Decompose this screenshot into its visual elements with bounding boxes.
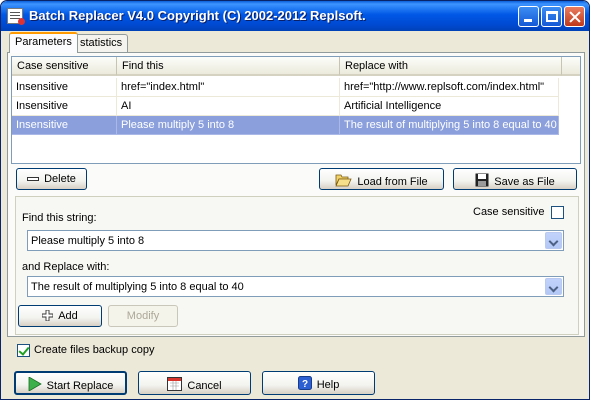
floppy-disk-icon [475, 173, 489, 190]
load-label: Load from File [357, 176, 428, 188]
open-folder-icon [335, 173, 352, 190]
start-replace-label: Start Replace [46, 380, 114, 392]
column-filler [562, 57, 580, 76]
replace-list[interactable]: Case sensitive Find this Replace with In… [11, 56, 581, 164]
tab-parameters[interactable]: Parameters [9, 32, 78, 53]
table-row-selected[interactable]: Insensitive Please multiply 5 into 8 The… [12, 116, 559, 135]
case-sensitive-checkbox[interactable] [551, 206, 564, 219]
app-icon [7, 8, 25, 25]
cancel-label: Cancel [187, 380, 222, 392]
cell-case: Insensitive [12, 97, 117, 116]
add-label: Add [58, 310, 78, 322]
help-icon: ? [297, 376, 312, 393]
cell-case: Insensitive [12, 116, 117, 135]
find-string-label: Find this string: [22, 212, 97, 224]
find-string-value: Please multiply 5 into 8 [31, 235, 145, 247]
cancel-button[interactable]: Cancel [138, 371, 251, 395]
replace-with-combo[interactable]: The result of multiplying 5 into 8 equal… [27, 276, 564, 297]
calendar-icon [167, 376, 183, 394]
help-button[interactable]: ? Help [262, 371, 375, 395]
cell-find: Please multiply 5 into 8 [117, 116, 340, 135]
replace-with-value: The result of multiplying 5 into 8 equal… [31, 281, 244, 293]
cell-find: AI [117, 97, 340, 116]
cell-replace: href="http://www.replsoft.com/index.html… [340, 78, 559, 97]
save-label: Save as File [494, 176, 555, 188]
cell-case: Insensitive [12, 78, 117, 97]
cell-replace: Artificial Intelligence [340, 97, 559, 116]
minus-icon [27, 174, 40, 187]
edit-group: Find this string: Case sensitive Please … [15, 196, 579, 335]
find-string-combo[interactable]: Please multiply 5 into 8 [27, 230, 564, 251]
tab-statistics[interactable]: statistics [74, 34, 129, 52]
add-button[interactable]: Add [18, 305, 102, 327]
start-replace-button[interactable]: Start Replace [14, 371, 127, 395]
window-title: Batch Replacer V4.0 Copyright (C) 2002-2… [29, 8, 366, 23]
play-icon [28, 376, 42, 394]
minimize-icon [524, 19, 532, 22]
backup-copy-checkbox[interactable] [17, 344, 30, 357]
delete-label: Delete [44, 173, 76, 185]
chevron-down-icon[interactable] [545, 232, 562, 249]
title-bar[interactable]: Batch Replacer V4.0 Copyright (C) 2002-2… [1, 1, 589, 31]
maximize-icon [546, 11, 558, 22]
svg-text:?: ? [302, 379, 308, 390]
close-icon [569, 11, 581, 23]
cell-replace: The result of multiplying 5 into 8 equal… [340, 116, 559, 135]
cell-find: href="index.html" [117, 78, 340, 97]
column-find-this[interactable]: Find this [117, 57, 340, 76]
modify-button[interactable]: Modify [108, 305, 178, 327]
table-row[interactable]: Insensitive AI Artificial Intelligence [12, 97, 559, 116]
parameters-panel: Case sensitive Find this Replace with In… [7, 52, 585, 337]
main-window: Batch Replacer V4.0 Copyright (C) 2002-2… [0, 0, 590, 400]
chevron-down-icon[interactable] [545, 278, 562, 295]
help-label: Help [316, 379, 340, 391]
backup-copy-label: Create files backup copy [34, 344, 155, 356]
maximize-button[interactable] [541, 6, 562, 27]
column-replace-with[interactable]: Replace with [340, 57, 562, 76]
case-sensitive-label: Case sensitive [473, 206, 545, 218]
replace-with-label: and Replace with: [22, 261, 110, 273]
table-row[interactable]: Insensitive href="index.html" href="http… [12, 78, 559, 97]
close-button[interactable] [564, 6, 585, 27]
minimize-button[interactable] [518, 6, 539, 27]
column-case-sensitive[interactable]: Case sensitive [12, 57, 117, 76]
delete-button[interactable]: Delete [16, 168, 87, 190]
load-from-file-button[interactable]: Load from File [319, 168, 444, 190]
plus-icon [41, 309, 54, 324]
modify-label: Modify [126, 310, 160, 322]
save-as-file-button[interactable]: Save as File [453, 168, 577, 190]
list-header: Case sensitive Find this Replace with [12, 57, 580, 76]
